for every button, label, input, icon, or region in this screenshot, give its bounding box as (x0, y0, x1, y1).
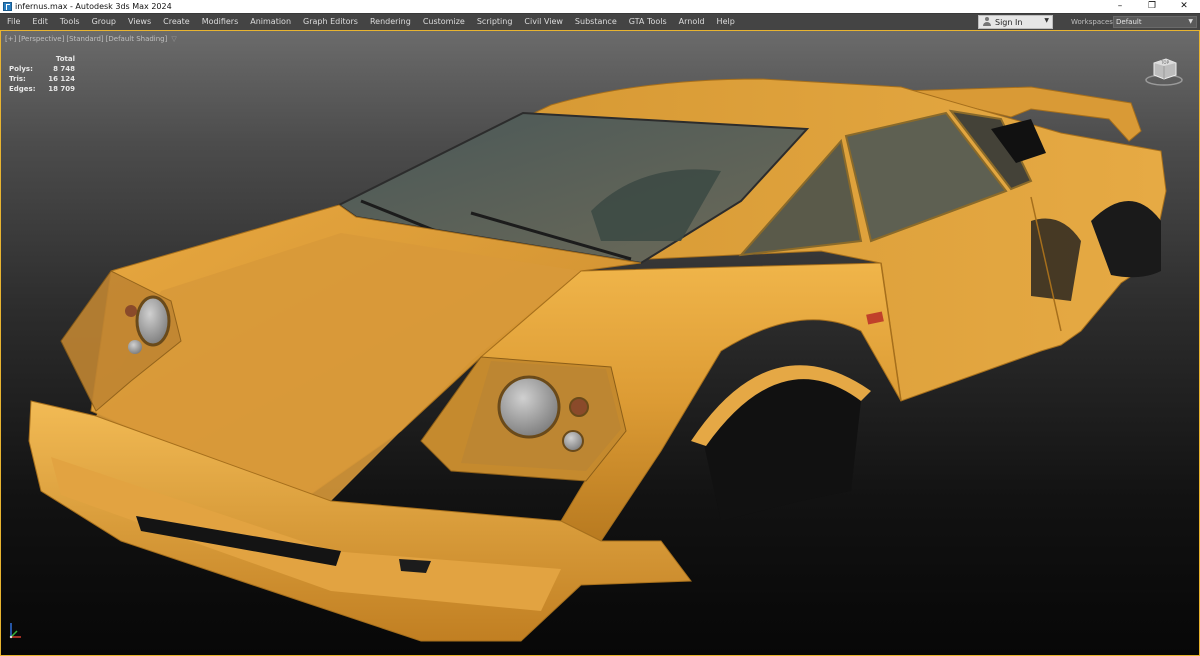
menu-customize[interactable]: Customize (417, 14, 471, 30)
axis-tripod-icon (9, 623, 21, 639)
viewport-statistics: Total Polys: 8 748 Tris: 16 124 Edges: 1… (9, 54, 75, 94)
user-icon (981, 16, 993, 28)
menu-help[interactable]: Help (711, 14, 741, 30)
stats-label: Tris: (9, 75, 26, 83)
title-bar: infernus.max - Autodesk 3ds Max 2024 – ❐… (0, 0, 1200, 13)
menu-civil-view[interactable]: Civil View (518, 14, 569, 30)
window-controls: – ❐ ✕ (1104, 0, 1200, 13)
menu-animation[interactable]: Animation (244, 14, 297, 30)
perspective-viewport[interactable]: [+] [Perspective] [Standard] [Default Sh… (0, 30, 1200, 656)
menu-create[interactable]: Create (157, 14, 196, 30)
stats-label: Edges: (9, 85, 36, 93)
viewport-plus-menu[interactable]: [+] (5, 35, 16, 43)
menu-gta-tools[interactable]: GTA Tools (623, 14, 673, 30)
stats-row: Polys: 8 748 (9, 64, 75, 74)
workspaces-label: Workspaces: (1071, 18, 1116, 26)
viewport-pov-label[interactable]: [Perspective] (18, 35, 64, 43)
viewcube-label: TOP (1160, 60, 1170, 65)
chevron-down-icon: ▼ (1188, 18, 1193, 25)
stats-label: Polys: (9, 65, 33, 73)
menu-tools[interactable]: Tools (54, 14, 86, 30)
window-title: infernus.max - Autodesk 3ds Max 2024 (15, 2, 172, 11)
viewport-standard-label[interactable]: [Standard] (66, 35, 103, 43)
menu-graph-editors[interactable]: Graph Editors (297, 14, 364, 30)
stats-row: Tris: 16 124 (9, 74, 75, 84)
stats-row: Edges: 18 709 (9, 84, 75, 94)
filter-icon[interactable]: ▽ (171, 35, 176, 43)
sign-in-button[interactable]: Sign In ▼ (978, 15, 1053, 29)
chevron-down-icon: ▼ (1044, 17, 1049, 24)
menu-group[interactable]: Group (86, 14, 122, 30)
menu-rendering[interactable]: Rendering (364, 14, 417, 30)
stats-value: 8 748 (53, 65, 75, 73)
menu-scripting[interactable]: Scripting (471, 14, 519, 30)
menu-file[interactable]: File (0, 14, 26, 30)
3dsmax-app-icon (3, 2, 12, 11)
menu-bar: File Edit Tools Group Views Create Modif… (0, 13, 1200, 30)
menu-edit[interactable]: Edit (26, 14, 54, 30)
stats-value: 18 709 (48, 85, 75, 93)
sign-in-label: Sign In (995, 17, 1023, 27)
stats-value: 16 124 (48, 75, 75, 83)
menu-arnold[interactable]: Arnold (673, 14, 711, 30)
infernus-car-model (28, 78, 1167, 642)
stats-header: Total (55, 55, 75, 63)
viewport-label-menu: [+] [Perspective] [Standard] [Default Sh… (5, 35, 177, 43)
menu-modifiers[interactable]: Modifiers (196, 14, 245, 30)
close-icon[interactable]: ✕ (1168, 0, 1200, 13)
menu-views[interactable]: Views (122, 14, 157, 30)
workspace-value: Default (1116, 18, 1142, 26)
minimize-icon[interactable]: – (1104, 0, 1136, 13)
app-window: infernus.max - Autodesk 3ds Max 2024 – ❐… (0, 0, 1200, 656)
menu-substance[interactable]: Substance (569, 14, 623, 30)
restore-icon[interactable]: ❐ (1136, 0, 1168, 13)
workspace-dropdown[interactable]: Default ▼ (1113, 16, 1197, 28)
viewcube-icon[interactable]: TOP (1144, 53, 1184, 87)
viewport-shading-label[interactable]: [Default Shading] (106, 35, 168, 43)
